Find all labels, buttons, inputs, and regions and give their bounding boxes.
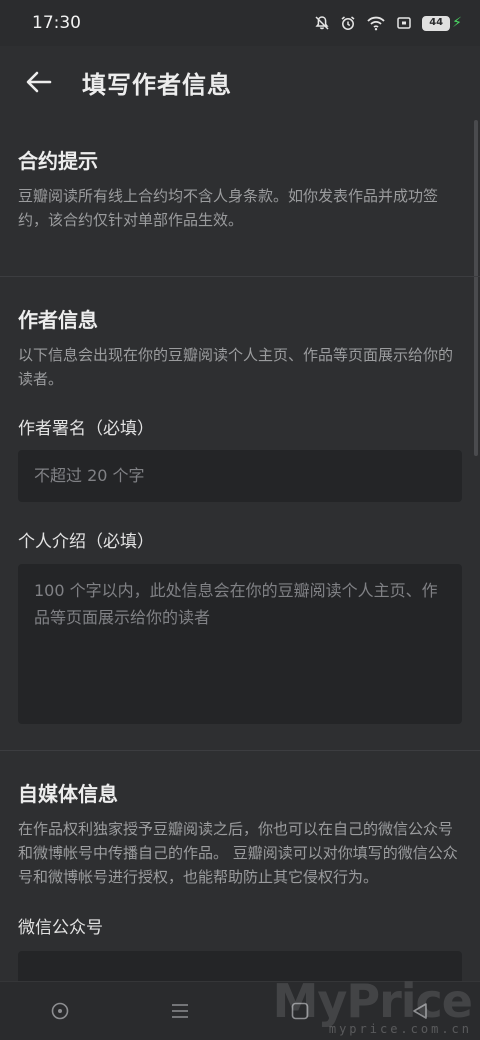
system-nav-bar xyxy=(0,981,480,1040)
back-button[interactable] xyxy=(22,65,56,99)
home-icon xyxy=(291,1002,309,1020)
charging-bolt-icon: ⚡ xyxy=(452,15,462,31)
status-bar: 17:30 44 ⚡ xyxy=(0,0,480,46)
media-info-section: 自媒体信息 在作品权利独家授予豆瓣阅读之后，你也可以在自己的微信公众号和微博帐号… xyxy=(0,751,480,1003)
alarm-icon xyxy=(341,16,355,30)
mute-bell-icon xyxy=(315,16,329,30)
menu-button[interactable] xyxy=(156,987,204,1035)
menu-icon xyxy=(172,1004,188,1018)
app-bar: 填写作者信息 xyxy=(0,46,480,118)
home-button[interactable] xyxy=(276,987,324,1035)
battery-indicator: 44 ⚡ xyxy=(422,15,462,31)
assistant-icon xyxy=(51,1002,69,1020)
back-triangle-icon xyxy=(413,1003,427,1019)
author-info-heading: 作者信息 xyxy=(18,308,98,332)
author-info-section: 作者信息 以下信息会出现在你的豆瓣阅读个人主页、作品等页面展示给你的读者。 作者… xyxy=(0,277,480,750)
pen-name-label: 作者署名（必填） xyxy=(18,419,154,439)
assistant-button[interactable] xyxy=(36,987,84,1035)
sim-card-icon xyxy=(397,17,411,29)
status-icons: 44 ⚡ xyxy=(314,15,462,31)
bio-label: 个人介绍（必填） xyxy=(18,532,154,552)
contract-notice-section: 合约提示 豆瓣阅读所有线上合约均不含人身条款。如你发表作品并成功签约，该合约仅针… xyxy=(0,118,480,276)
status-time: 17:30 xyxy=(32,13,81,33)
contract-notice-heading: 合约提示 xyxy=(18,149,98,173)
wifi-icon xyxy=(367,16,385,31)
contract-notice-text: 豆瓣阅读所有线上合约均不含人身条款。如你发表作品并成功签约，该合约仅针对单部作品… xyxy=(18,187,439,229)
author-info-text: 以下信息会出现在你的豆瓣阅读个人主页、作品等页面展示给你的读者。 xyxy=(18,346,454,388)
media-info-heading: 自媒体信息 xyxy=(18,782,118,806)
arrow-left-icon xyxy=(26,71,52,93)
system-back-button[interactable] xyxy=(396,987,444,1035)
bio-textarea[interactable]: 100 个字以内，此处信息会在你的豆瓣阅读个人主页、作品等页面展示给你的读者 xyxy=(18,564,462,724)
bio-placeholder: 100 个字以内，此处信息会在你的豆瓣阅读个人主页、作品等页面展示给你的读者 xyxy=(34,581,438,627)
form-content: 合约提示 豆瓣阅读所有线上合约均不含人身条款。如你发表作品并成功签约，该合约仅针… xyxy=(0,118,480,1003)
pen-name-placeholder: 不超过 20 个字 xyxy=(34,466,145,485)
wechat-label: 微信公众号 xyxy=(18,918,103,938)
pen-name-input[interactable]: 不超过 20 个字 xyxy=(18,450,462,502)
battery-level: 44 xyxy=(422,15,451,31)
media-info-text: 在作品权利独家授予豆瓣阅读之后，你也可以在自己的微信公众号和微博帐号中传播自己的… xyxy=(18,820,458,886)
page-title: 填写作者信息 xyxy=(82,70,232,99)
